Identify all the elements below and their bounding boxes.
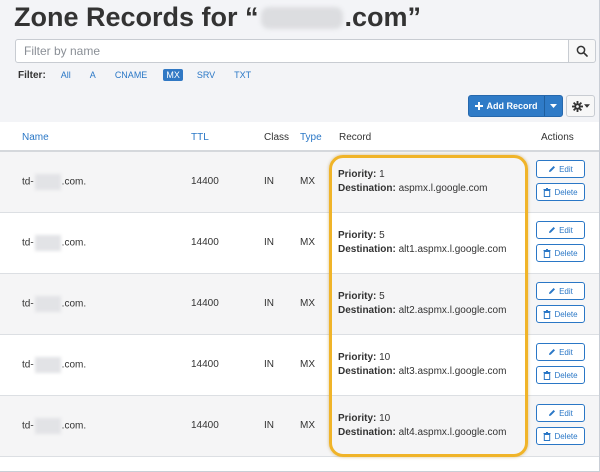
record-ttl: 14400 [191,298,219,309]
edit-button[interactable]: Edit [536,160,585,178]
pencil-icon [549,410,556,416]
delete-button[interactable]: Delete [536,427,585,445]
add-record-button-group: Add Record [468,95,563,117]
trash-icon [543,248,551,258]
filter-cname[interactable]: CNAME [112,69,151,81]
search-button[interactable] [568,39,596,63]
record-priority: Priority: 5 [338,291,385,302]
record-destination: Destination: aspmx.l.google.com [338,183,488,194]
delete-button[interactable]: Delete [536,244,585,262]
add-record-label: Add Record [486,101,538,111]
record-name: td- .com. [22,174,86,190]
redacted-name [34,174,61,190]
pencil-icon [549,227,556,233]
add-record-dropdown-toggle[interactable] [544,96,562,116]
record-type: MX [300,298,315,309]
record-name: td- .com. [22,418,86,434]
caret-down-icon [550,104,557,108]
table-row: td- .com. 14400 IN MX Priority: 10 Destin… [0,335,599,396]
delete-button[interactable]: Delete [536,305,585,323]
column-header-type[interactable]: Type [300,132,322,143]
record-destination: Destination: alt1.aspmx.l.google.com [338,244,507,255]
column-header-ttl[interactable]: TTL [191,132,209,143]
redacted-name [34,235,61,251]
filter-mx[interactable]: MX [163,69,183,81]
filter-txt[interactable]: TXT [231,69,254,81]
column-header-class: Class [264,132,290,143]
record-class: IN [264,298,274,309]
page-title: Zone Records for “ .com” [14,2,421,33]
filter-label: Filter: [18,69,46,81]
record-destination: Destination: alt3.aspmx.l.google.com [338,366,507,377]
record-type: MX [300,237,315,248]
search-icon [576,45,588,57]
record-name: td- .com. [22,296,86,312]
record-name: td- .com. [22,235,86,251]
edit-button[interactable]: Edit [536,404,585,422]
redacted-name [34,296,61,312]
table-row: td- .com. 14400 IN MX Priority: 1 Destina… [0,152,599,213]
edit-button[interactable]: Edit [536,343,585,361]
column-header-actions: Actions [541,132,574,143]
edit-button[interactable]: Edit [536,221,585,239]
add-record-button[interactable]: Add Record [469,101,544,111]
filter-a[interactable]: A [87,69,99,81]
record-destination: Destination: alt2.aspmx.l.google.com [338,305,507,316]
pencil-icon [549,288,556,294]
record-class: IN [264,420,274,431]
caret-down-icon [583,104,590,108]
column-header-name[interactable]: Name [22,132,49,143]
filter-srv[interactable]: SRV [194,69,218,81]
type-filter-bar: Filter: All A CNAME MX SRV TXT [18,67,267,83]
record-priority: Priority: 10 [338,352,391,363]
gear-icon [571,100,583,112]
edit-button[interactable]: Edit [536,282,585,300]
trash-icon [543,370,551,380]
page-title-prefix: Zone Records for “ [14,2,259,32]
filter-by-name-input[interactable] [15,39,569,63]
trash-icon [543,187,551,197]
table-row: td- .com. 14400 IN MX Priority: 5 Destina… [0,213,599,274]
filter-all[interactable]: All [58,69,74,81]
record-ttl: 14400 [191,420,219,431]
record-class: IN [264,237,274,248]
table-row: td- .com. 14400 IN MX Priority: 10 Destin… [0,396,599,457]
record-priority: Priority: 5 [338,230,385,241]
record-ttl: 14400 [191,237,219,248]
delete-button[interactable]: Delete [536,366,585,384]
redacted-name [34,357,61,373]
record-type: MX [300,359,315,370]
record-class: IN [264,176,274,187]
record-ttl: 14400 [191,359,219,370]
record-ttl: 14400 [191,176,219,187]
delete-button[interactable]: Delete [536,183,585,201]
trash-icon [543,309,551,319]
record-priority: Priority: 1 [338,169,385,180]
redacted-domain [260,6,343,29]
redacted-name [34,418,61,434]
table-header: Name TTL Class Type Record Actions [0,124,599,152]
trash-icon [543,431,551,441]
table-row: td- .com. 14400 IN MX Priority: 5 Destina… [0,274,599,335]
record-name: td- .com. [22,357,86,373]
settings-dropdown-button[interactable] [566,95,595,117]
plus-icon [475,102,484,110]
pencil-icon [549,349,556,355]
column-header-record: Record [339,132,372,143]
record-destination: Destination: alt4.aspmx.l.google.com [338,427,507,438]
record-type: MX [300,176,315,187]
pencil-icon [549,166,556,172]
record-class: IN [264,359,274,370]
record-priority: Priority: 10 [338,413,391,424]
page-title-suffix: .com” [344,2,422,32]
record-type: MX [300,420,315,431]
